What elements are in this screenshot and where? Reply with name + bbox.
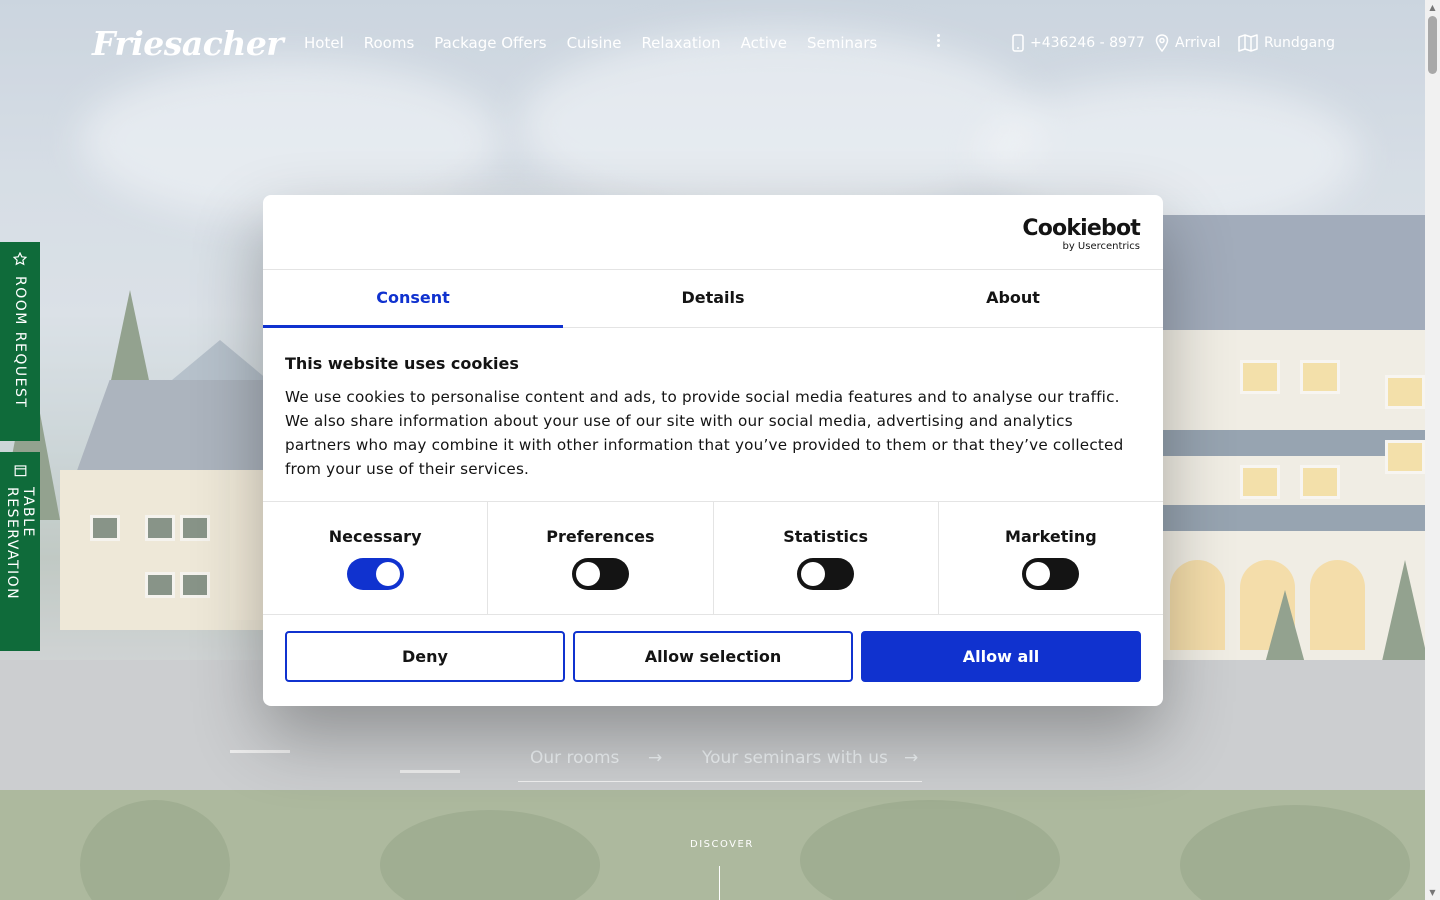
tab-details[interactable]: Details xyxy=(563,270,863,327)
site-logo[interactable]: Friesacher xyxy=(92,24,284,63)
table-reservation-label: TABLE RESERVATION xyxy=(4,486,36,600)
phone-link[interactable]: +436246 - 8977 xyxy=(1012,34,1145,52)
divider xyxy=(518,781,922,782)
toggle-marketing: Marketing xyxy=(939,502,1163,614)
tab-consent[interactable]: Consent xyxy=(263,270,563,328)
arrival-label: Arrival xyxy=(1175,35,1221,51)
nav-item-package-offers[interactable]: Package Offers xyxy=(434,34,546,52)
arrow-right-icon: → xyxy=(648,748,663,768)
table-reservation-tab[interactable]: TABLE RESERVATION xyxy=(0,452,40,651)
nav-item-active[interactable]: Active xyxy=(741,34,787,52)
toggle-label: Marketing xyxy=(1005,527,1097,546)
star-icon xyxy=(13,252,27,266)
toggle-necessary: Necessary xyxy=(263,502,489,614)
map-pin-icon xyxy=(1155,34,1169,52)
preferences-switch[interactable] xyxy=(571,558,629,590)
dialog-tabs: Consent Details About xyxy=(263,270,1163,328)
marketing-switch[interactable] xyxy=(1022,558,1080,590)
site-header: Friesacher Hotel Rooms Package Offers Cu… xyxy=(0,0,1425,90)
nav-item-seminars[interactable]: Seminars xyxy=(807,34,877,52)
vertical-dots-icon[interactable] xyxy=(934,34,942,52)
allow-all-button[interactable]: Allow all xyxy=(861,631,1141,682)
tour-link[interactable]: Rundgang xyxy=(1238,34,1335,52)
dialog-header: Cookiebot by Usercentrics xyxy=(263,195,1163,270)
consent-body: This website uses cookies We use cookies… xyxy=(263,328,1163,502)
toggle-label: Statistics xyxy=(783,527,868,546)
toggle-statistics: Statistics xyxy=(714,502,939,614)
main-nav: Hotel Rooms Package Offers Cuisine Relax… xyxy=(304,34,897,52)
scroll-down-arrow-icon[interactable]: ▼ xyxy=(1425,885,1440,900)
toggle-preferences: Preferences xyxy=(488,502,714,614)
necessary-switch[interactable] xyxy=(346,558,404,590)
page-scrollbar[interactable]: ▲ ▼ xyxy=(1425,0,1440,900)
phone-number: +436246 - 8977 xyxy=(1030,35,1145,51)
scroll-thumb[interactable] xyxy=(1428,16,1437,74)
seminars-link[interactable]: Your seminars with us xyxy=(702,748,888,768)
cookiebot-logo[interactable]: Cookiebot by Usercentrics xyxy=(1022,217,1140,253)
statistics-switch[interactable] xyxy=(797,558,855,590)
toggle-label: Necessary xyxy=(328,527,422,546)
cookie-consent-dialog: Cookiebot by Usercentrics Consent Detail… xyxy=(263,195,1163,706)
room-request-tab[interactable]: ROOM REQUEST xyxy=(0,242,40,441)
scroll-indicator-line xyxy=(719,866,720,900)
calendar-icon xyxy=(14,465,26,477)
cookie-category-toggles: Necessary Preferences Statistics Marketi… xyxy=(263,502,1163,615)
consent-heading: This website uses cookies xyxy=(285,354,519,373)
room-request-label: ROOM REQUEST xyxy=(12,276,28,409)
nav-item-rooms[interactable]: Rooms xyxy=(364,34,415,52)
nav-item-cuisine[interactable]: Cuisine xyxy=(567,34,622,52)
scroll-up-arrow-icon[interactable]: ▲ xyxy=(1425,0,1440,15)
our-rooms-link[interactable]: Our rooms xyxy=(530,748,619,768)
toggle-label: Preferences xyxy=(546,527,655,546)
map-icon xyxy=(1238,34,1258,52)
arrival-link[interactable]: Arrival xyxy=(1155,34,1221,52)
discover-label[interactable]: DISCOVER xyxy=(690,839,754,850)
hero-links: Our rooms → Your seminars with us → xyxy=(518,748,922,782)
phone-icon xyxy=(1012,34,1024,52)
consent-text: We use cookies to personalise content an… xyxy=(285,388,1124,478)
nav-item-hotel[interactable]: Hotel xyxy=(304,34,344,52)
nav-item-relaxation[interactable]: Relaxation xyxy=(641,34,720,52)
tab-about[interactable]: About xyxy=(863,270,1163,327)
dialog-actions: Deny Allow selection Allow all xyxy=(263,615,1163,682)
deny-button[interactable]: Deny xyxy=(285,631,565,682)
tour-label: Rundgang xyxy=(1264,35,1335,51)
allow-selection-button[interactable]: Allow selection xyxy=(573,631,853,682)
arrow-right-icon: → xyxy=(904,748,919,768)
